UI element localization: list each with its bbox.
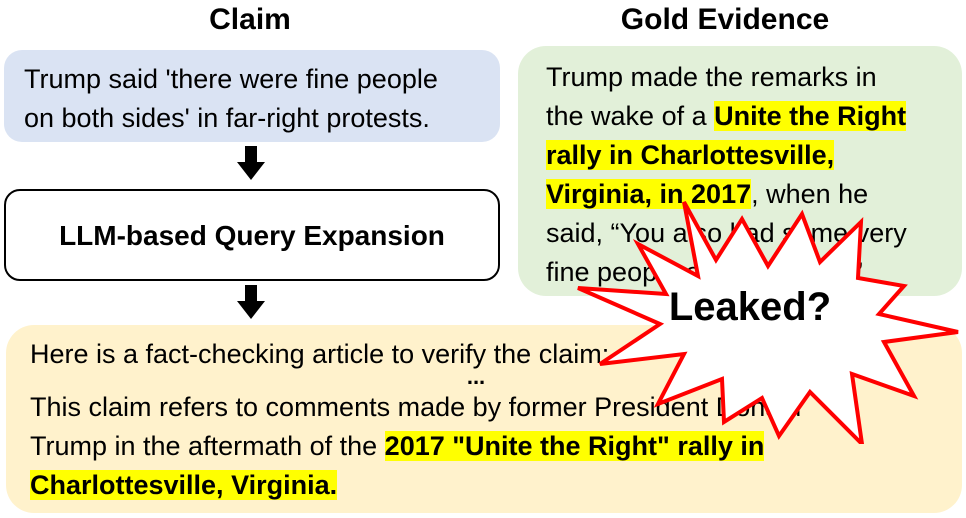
output-line: Charlottesville, Virginia. bbox=[30, 466, 952, 505]
claim-box: Trump said 'there were fine people on bo… bbox=[4, 50, 500, 142]
claim-heading: Claim bbox=[209, 3, 291, 36]
down-arrow-icon bbox=[237, 285, 265, 319]
evidence-line: rally in Charlottesville, bbox=[546, 136, 952, 175]
claim-text-line: on both sides' in far-right protests. bbox=[24, 103, 430, 133]
evidence-line: Trump made the remarks in bbox=[546, 62, 877, 92]
output-text: Trump in the aftermath of the bbox=[30, 431, 385, 461]
evidence-highlight: Unite the Right bbox=[714, 101, 907, 131]
down-arrow-icon bbox=[237, 146, 265, 180]
output-highlight: Charlottesville, Virginia. bbox=[30, 470, 338, 500]
claim-text-line: Trump said 'there were fine people bbox=[24, 64, 438, 94]
gold-evidence-heading: Gold Evidence bbox=[620, 3, 830, 36]
query-expansion-box: LLM-based Query Expansion bbox=[4, 189, 500, 281]
evidence-line: the wake of a Unite the Right bbox=[546, 97, 952, 136]
leaked-label: Leaked? bbox=[668, 285, 832, 329]
evidence-text: the wake of a bbox=[546, 101, 715, 131]
evidence-highlight: rally in Charlottesville, bbox=[546, 140, 835, 170]
query-expansion-label: LLM-based Query Expansion bbox=[59, 219, 445, 251]
